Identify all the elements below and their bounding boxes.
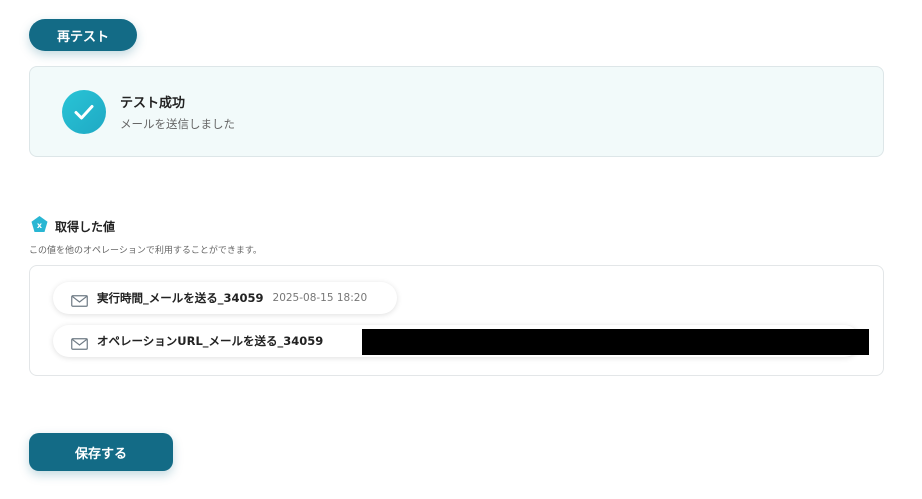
mail-icon	[71, 292, 88, 307]
save-button[interactable]: 保存する	[29, 433, 173, 471]
value-chip-label: 実行時間_メールを送る_34059	[97, 291, 264, 305]
svg-text:x: x	[37, 221, 43, 230]
success-message: メールを送信しました	[120, 117, 235, 131]
value-chip-label: オペレーションURL_メールを送る_34059	[97, 334, 324, 348]
values-list: 実行時間_メールを送る_34059 2025-08-15 18:20 オペレーシ…	[29, 265, 884, 376]
success-title: テスト成功	[120, 96, 186, 111]
value-chip[interactable]: オペレーションURL_メールを送る_34059	[53, 325, 869, 357]
value-chip[interactable]: 実行時間_メールを送る_34059 2025-08-15 18:20	[53, 282, 397, 314]
check-circle-icon	[62, 90, 106, 134]
variable-x-icon: x	[30, 215, 49, 238]
value-chip-value: 2025-08-15 18:20	[272, 292, 368, 304]
mail-icon	[71, 335, 88, 350]
test-success-panel: テスト成功 メールを送信しました	[29, 66, 884, 157]
section-description: この値を他のオペレーションで利用することができます。	[29, 246, 262, 256]
section-title: 取得した値	[55, 220, 116, 234]
redacted-value	[362, 329, 869, 355]
obtained-values-header: x 取得した値	[30, 215, 115, 238]
retest-button[interactable]: 再テスト	[29, 19, 137, 51]
